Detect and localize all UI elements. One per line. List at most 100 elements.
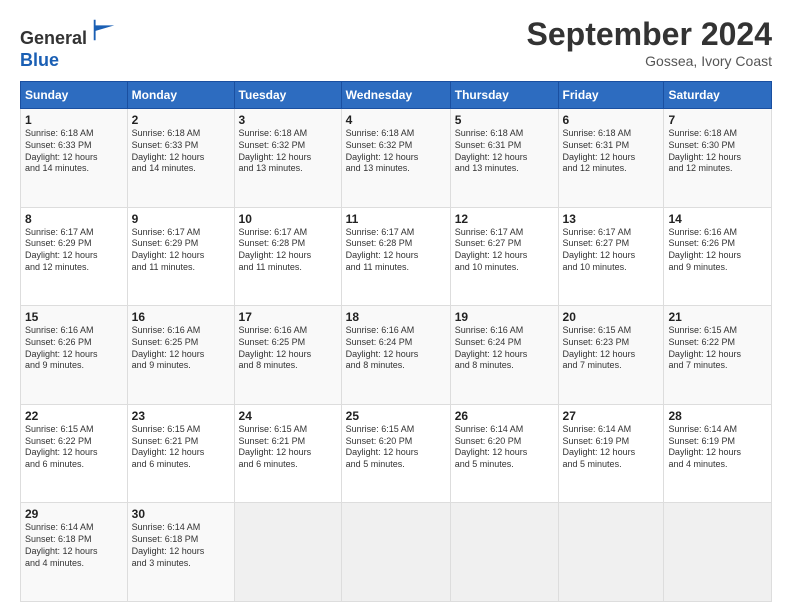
- col-saturday: Saturday: [664, 82, 772, 109]
- col-wednesday: Wednesday: [341, 82, 450, 109]
- day-info: Sunrise: 6:18 AMSunset: 6:32 PMDaylight:…: [239, 128, 337, 175]
- title-area: September 2024 Gossea, Ivory Coast: [527, 16, 772, 69]
- calendar-cell: 8Sunrise: 6:17 AMSunset: 6:29 PMDaylight…: [21, 207, 128, 306]
- calendar-cell: 15Sunrise: 6:16 AMSunset: 6:26 PMDayligh…: [21, 306, 128, 405]
- logo-flag-icon: [90, 16, 118, 44]
- calendar-cell: 27Sunrise: 6:14 AMSunset: 6:19 PMDayligh…: [558, 404, 664, 503]
- day-info: Sunrise: 6:18 AMSunset: 6:31 PMDaylight:…: [455, 128, 554, 175]
- calendar-week-row: 15Sunrise: 6:16 AMSunset: 6:26 PMDayligh…: [21, 306, 772, 405]
- col-monday: Monday: [127, 82, 234, 109]
- day-number: 22: [25, 409, 123, 423]
- calendar-cell: 7Sunrise: 6:18 AMSunset: 6:30 PMDaylight…: [664, 109, 772, 208]
- calendar-week-row: 22Sunrise: 6:15 AMSunset: 6:22 PMDayligh…: [21, 404, 772, 503]
- col-sunday: Sunday: [21, 82, 128, 109]
- calendar-cell: 12Sunrise: 6:17 AMSunset: 6:27 PMDayligh…: [450, 207, 558, 306]
- header: General Blue September 2024 Gossea, Ivor…: [20, 16, 772, 71]
- calendar-table: Sunday Monday Tuesday Wednesday Thursday…: [20, 81, 772, 602]
- day-info: Sunrise: 6:17 AMSunset: 6:29 PMDaylight:…: [25, 227, 123, 274]
- day-info: Sunrise: 6:16 AMSunset: 6:24 PMDaylight:…: [346, 325, 446, 372]
- day-info: Sunrise: 6:16 AMSunset: 6:26 PMDaylight:…: [668, 227, 767, 274]
- day-number: 15: [25, 310, 123, 324]
- location: Gossea, Ivory Coast: [527, 53, 772, 69]
- page: General Blue September 2024 Gossea, Ivor…: [0, 0, 792, 612]
- calendar-cell: 29Sunrise: 6:14 AMSunset: 6:18 PMDayligh…: [21, 503, 128, 602]
- day-number: 24: [239, 409, 337, 423]
- day-info: Sunrise: 6:15 AMSunset: 6:22 PMDaylight:…: [25, 424, 123, 471]
- day-number: 14: [668, 212, 767, 226]
- calendar-cell: 18Sunrise: 6:16 AMSunset: 6:24 PMDayligh…: [341, 306, 450, 405]
- month-title: September 2024: [527, 16, 772, 53]
- calendar-cell: 19Sunrise: 6:16 AMSunset: 6:24 PMDayligh…: [450, 306, 558, 405]
- calendar-cell: 1Sunrise: 6:18 AMSunset: 6:33 PMDaylight…: [21, 109, 128, 208]
- day-number: 18: [346, 310, 446, 324]
- day-number: 3: [239, 113, 337, 127]
- calendar-cell: 25Sunrise: 6:15 AMSunset: 6:20 PMDayligh…: [341, 404, 450, 503]
- day-number: 26: [455, 409, 554, 423]
- calendar-cell: 17Sunrise: 6:16 AMSunset: 6:25 PMDayligh…: [234, 306, 341, 405]
- calendar-cell: 5Sunrise: 6:18 AMSunset: 6:31 PMDaylight…: [450, 109, 558, 208]
- calendar-header-row: Sunday Monday Tuesday Wednesday Thursday…: [21, 82, 772, 109]
- calendar-cell: 2Sunrise: 6:18 AMSunset: 6:33 PMDaylight…: [127, 109, 234, 208]
- logo: General Blue: [20, 16, 118, 71]
- day-number: 23: [132, 409, 230, 423]
- day-number: 4: [346, 113, 446, 127]
- day-number: 16: [132, 310, 230, 324]
- calendar-cell: 3Sunrise: 6:18 AMSunset: 6:32 PMDaylight…: [234, 109, 341, 208]
- calendar-cell: 14Sunrise: 6:16 AMSunset: 6:26 PMDayligh…: [664, 207, 772, 306]
- day-info: Sunrise: 6:14 AMSunset: 6:19 PMDaylight:…: [668, 424, 767, 471]
- calendar-cell: 13Sunrise: 6:17 AMSunset: 6:27 PMDayligh…: [558, 207, 664, 306]
- day-number: 30: [132, 507, 230, 521]
- day-info: Sunrise: 6:15 AMSunset: 6:21 PMDaylight:…: [239, 424, 337, 471]
- day-info: Sunrise: 6:15 AMSunset: 6:21 PMDaylight:…: [132, 424, 230, 471]
- col-thursday: Thursday: [450, 82, 558, 109]
- day-info: Sunrise: 6:16 AMSunset: 6:25 PMDaylight:…: [239, 325, 337, 372]
- day-info: Sunrise: 6:14 AMSunset: 6:19 PMDaylight:…: [563, 424, 660, 471]
- day-info: Sunrise: 6:18 AMSunset: 6:33 PMDaylight:…: [132, 128, 230, 175]
- day-info: Sunrise: 6:17 AMSunset: 6:28 PMDaylight:…: [346, 227, 446, 274]
- day-number: 2: [132, 113, 230, 127]
- calendar-cell: [558, 503, 664, 602]
- calendar-cell: 20Sunrise: 6:15 AMSunset: 6:23 PMDayligh…: [558, 306, 664, 405]
- day-info: Sunrise: 6:15 AMSunset: 6:22 PMDaylight:…: [668, 325, 767, 372]
- day-number: 21: [668, 310, 767, 324]
- calendar-cell: 21Sunrise: 6:15 AMSunset: 6:22 PMDayligh…: [664, 306, 772, 405]
- day-number: 25: [346, 409, 446, 423]
- calendar-week-row: 8Sunrise: 6:17 AMSunset: 6:29 PMDaylight…: [21, 207, 772, 306]
- day-info: Sunrise: 6:14 AMSunset: 6:18 PMDaylight:…: [25, 522, 123, 569]
- calendar-cell: 10Sunrise: 6:17 AMSunset: 6:28 PMDayligh…: [234, 207, 341, 306]
- calendar-cell: 26Sunrise: 6:14 AMSunset: 6:20 PMDayligh…: [450, 404, 558, 503]
- day-info: Sunrise: 6:14 AMSunset: 6:18 PMDaylight:…: [132, 522, 230, 569]
- day-number: 13: [563, 212, 660, 226]
- day-info: Sunrise: 6:16 AMSunset: 6:26 PMDaylight:…: [25, 325, 123, 372]
- day-number: 10: [239, 212, 337, 226]
- day-info: Sunrise: 6:16 AMSunset: 6:25 PMDaylight:…: [132, 325, 230, 372]
- calendar-cell: [450, 503, 558, 602]
- day-number: 1: [25, 113, 123, 127]
- day-number: 20: [563, 310, 660, 324]
- calendar-cell: 23Sunrise: 6:15 AMSunset: 6:21 PMDayligh…: [127, 404, 234, 503]
- day-info: Sunrise: 6:17 AMSunset: 6:29 PMDaylight:…: [132, 227, 230, 274]
- calendar-cell: [341, 503, 450, 602]
- day-info: Sunrise: 6:18 AMSunset: 6:32 PMDaylight:…: [346, 128, 446, 175]
- calendar-cell: 24Sunrise: 6:15 AMSunset: 6:21 PMDayligh…: [234, 404, 341, 503]
- day-info: Sunrise: 6:18 AMSunset: 6:33 PMDaylight:…: [25, 128, 123, 175]
- calendar-cell: 16Sunrise: 6:16 AMSunset: 6:25 PMDayligh…: [127, 306, 234, 405]
- logo-blue-text: Blue: [20, 50, 59, 70]
- calendar-cell: 11Sunrise: 6:17 AMSunset: 6:28 PMDayligh…: [341, 207, 450, 306]
- calendar-cell: 9Sunrise: 6:17 AMSunset: 6:29 PMDaylight…: [127, 207, 234, 306]
- calendar-cell: 6Sunrise: 6:18 AMSunset: 6:31 PMDaylight…: [558, 109, 664, 208]
- calendar-week-row: 1Sunrise: 6:18 AMSunset: 6:33 PMDaylight…: [21, 109, 772, 208]
- col-tuesday: Tuesday: [234, 82, 341, 109]
- day-info: Sunrise: 6:16 AMSunset: 6:24 PMDaylight:…: [455, 325, 554, 372]
- day-number: 6: [563, 113, 660, 127]
- calendar-cell: 4Sunrise: 6:18 AMSunset: 6:32 PMDaylight…: [341, 109, 450, 208]
- day-number: 8: [25, 212, 123, 226]
- logo-general-text: General: [20, 28, 87, 48]
- calendar-cell: 28Sunrise: 6:14 AMSunset: 6:19 PMDayligh…: [664, 404, 772, 503]
- day-info: Sunrise: 6:17 AMSunset: 6:27 PMDaylight:…: [563, 227, 660, 274]
- day-info: Sunrise: 6:14 AMSunset: 6:20 PMDaylight:…: [455, 424, 554, 471]
- day-info: Sunrise: 6:17 AMSunset: 6:27 PMDaylight:…: [455, 227, 554, 274]
- day-info: Sunrise: 6:15 AMSunset: 6:20 PMDaylight:…: [346, 424, 446, 471]
- day-info: Sunrise: 6:18 AMSunset: 6:31 PMDaylight:…: [563, 128, 660, 175]
- day-number: 29: [25, 507, 123, 521]
